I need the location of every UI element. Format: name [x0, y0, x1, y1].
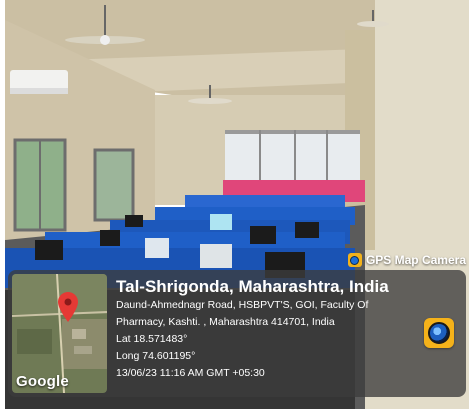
screenshot-frame: GPS Map Camera Google Tal-Shrigonda, Mah…: [0, 0, 474, 409]
address-line-1: Daund-Ahmednagr Road, HSBPVT'S, GOI, Fac…: [116, 299, 369, 311]
gps-brand-label: GPS Map Camera: [365, 253, 466, 267]
longitude: Long 74.601195°: [116, 350, 196, 362]
gps-map-camera-icon: [424, 318, 454, 348]
datetime: 13/06/23 11:16 AM GMT +05:30: [116, 367, 265, 379]
address-line-2: Pharmacy, Kashti. , Maharashtra 414701, …: [116, 316, 335, 328]
location-pin-icon: [58, 292, 78, 322]
latitude: Lat 18.571483°: [116, 333, 188, 345]
gps-info-overlay: Google Tal-Shrigonda, Maharashtra, India…: [8, 270, 466, 397]
google-logo: Google: [16, 373, 69, 390]
gps-info-text: Tal-Shrigonda, Maharashtra, India Daund-…: [116, 276, 416, 382]
location-title: Tal-Shrigonda, Maharashtra, India: [116, 277, 389, 296]
map-thumbnail: Google: [12, 274, 107, 393]
gps-map-camera-tag: GPS Map Camera: [347, 251, 466, 269]
gps-map-camera-mini-icon: [347, 253, 362, 267]
